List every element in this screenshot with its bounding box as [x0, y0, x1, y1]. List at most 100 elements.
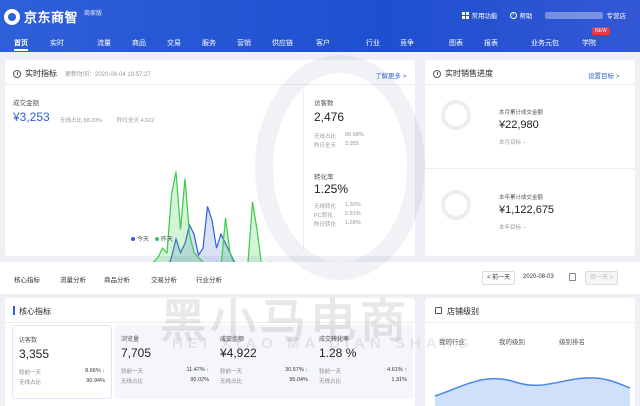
month-gmv-value: ¥22,980 — [499, 119, 539, 131]
kpi-name: 访客数 — [19, 338, 38, 344]
nav-tab-service[interactable]: 服务 — [202, 38, 216, 48]
kpi-cmp-number: 11.47% — [186, 367, 205, 373]
kpi-cmp-label: 较前一天 — [19, 370, 42, 376]
kpi-cmp-number: 8.66% — [85, 368, 101, 374]
shop-name-redacted — [544, 11, 603, 19]
card-divider — [425, 322, 635, 323]
my-level-label: 我的级别 — [499, 339, 525, 346]
subnav-industry[interactable]: 行业分析 — [196, 274, 222, 284]
arrow-down-icon: ↓ — [305, 367, 308, 373]
calendar-icon[interactable] — [569, 273, 576, 281]
clock-icon — [13, 69, 21, 78]
kpi-cmp-label: 较前一天 — [319, 369, 342, 375]
core-metrics-title: 核心指标 — [19, 307, 51, 316]
year-gmv-value: ¥1,122,675 — [499, 204, 555, 216]
kpi-cmp-value: 8.66% ↓ — [85, 368, 105, 374]
card-divider — [425, 84, 635, 85]
kpi-share-value: 90.02% — [190, 377, 209, 383]
level-rank-label: 级别排名 — [559, 339, 585, 346]
kpi-share-label: 无线占比 — [220, 379, 243, 385]
realtime-title-text: 实时指标 — [25, 69, 57, 78]
gmv-share: 无线占比 88.20% — [60, 118, 103, 124]
nav-tab-home[interactable]: 首页 — [14, 38, 28, 51]
kpi-share-label: 无线占比 — [319, 379, 342, 385]
nav-tab-marketing[interactable]: 营销 — [237, 38, 251, 48]
next-day-button[interactable]: 后一天 > — [585, 271, 619, 285]
nav-tab-business-pack[interactable]: 业务元包 — [531, 38, 559, 48]
nav-tab-trade[interactable]: 交易 — [167, 38, 181, 48]
gmv-yesterday: 昨日全天 4,922 — [117, 118, 155, 124]
help-button[interactable]: ? 帮助 — [509, 10, 533, 20]
year-target: 本年目标 -- — [499, 225, 527, 231]
watermark-logo — [255, 55, 425, 280]
wave-area — [435, 377, 630, 406]
arrow-up-icon: ↑ — [404, 367, 407, 373]
kpi-share-label: 无线占比 — [121, 379, 144, 385]
nav-tab-supply-chain[interactable]: 供应链 — [272, 38, 293, 48]
kpi-share-value: 95.04% — [289, 377, 308, 383]
kpi-share-label: 无线占比 — [19, 380, 42, 386]
store-icon — [435, 307, 442, 314]
month-target: 本月目标 -- — [499, 140, 527, 146]
prev-day-button[interactable]: < 前一天 — [482, 271, 516, 285]
kpi-cmp-value: 11.47% ↓ — [186, 367, 209, 373]
top-header: 京东商智 商家版 常用功能 ? 帮助 专营店 首页 实时 流量 商品 交易 服务… — [0, 0, 640, 52]
kpi-share-value: 90.94% — [86, 378, 105, 384]
header-actions: 常用功能 ? 帮助 专营店 — [450, 10, 627, 20]
nav-tab-reports[interactable]: 报表 — [484, 38, 498, 48]
arrow-down-icon: ↓ — [206, 367, 209, 373]
subnav-traffic[interactable]: 流量分析 — [60, 274, 86, 284]
subnav-products[interactable]: 商品分析 — [104, 274, 130, 284]
nav-tab-competition[interactable]: 竞争 — [400, 38, 414, 48]
legend-yesterday: 昨天 — [161, 237, 174, 243]
shop-level-title: 店铺级别 — [447, 307, 479, 316]
gmv-value: ¥3,253 — [13, 110, 50, 124]
series-area-yesterday — [23, 171, 293, 276]
nav-tab-products[interactable]: 商品 — [132, 38, 146, 48]
grid-icon — [461, 11, 469, 19]
kpi-share-value: 1.31% — [391, 377, 407, 383]
kpi-name: 浏览量 — [121, 337, 140, 343]
subnav-trade[interactable]: 交易分析 — [151, 274, 177, 284]
year-gmv-label: 本年累计成交金额 — [499, 195, 544, 201]
kpi-card-visitors[interactable]: 访客数 3,355 较前一天 8.66% ↓ 无线占比 90.94% — [12, 325, 112, 399]
logo-text: 京东商智 — [24, 10, 79, 25]
shop-suffix: 专营店 — [606, 13, 627, 20]
nav-tab-realtime[interactable]: 实时 — [50, 38, 64, 48]
legend-today: 今天 — [137, 237, 150, 243]
kpi-value: 3,355 — [19, 347, 50, 361]
new-badge: NEW — [592, 27, 610, 35]
common-functions-button[interactable]: 常用功能 — [461, 10, 498, 20]
realtime-title: 实时指标 更新时间：2020-08-04 19:57:27 — [13, 68, 151, 79]
month-progress-ring — [441, 100, 471, 130]
nav-tab-industry[interactable]: 行业 — [366, 38, 380, 48]
nav-tab-academy[interactable]: 学院 — [582, 38, 596, 48]
nav-tab-charts[interactable]: 图表 — [449, 38, 463, 48]
clock-icon — [433, 69, 441, 78]
gmv-label: 成交金额 — [13, 100, 39, 107]
watermark-subtext: HEI XIAO MA DIAN SHANG — [172, 335, 474, 352]
nav-tab-customers[interactable]: 客户 — [316, 38, 330, 48]
kpi-value: 7,705 — [121, 346, 152, 360]
kpi-cmp-label: 较前一天 — [121, 369, 144, 375]
subnav-core[interactable]: 核心指标 — [14, 274, 40, 284]
kpi-cmp-value: 4.61% ↑ — [387, 367, 407, 373]
sales-progress-card: 实时销售进度 设置目标 > 本月累计成交金额 ¥22,980 本月目标 -- 本… — [425, 60, 635, 256]
chart-legend: 今天 昨天 — [125, 234, 173, 243]
legend-yesterday-dot — [155, 236, 160, 241]
month-gmv-label: 本月累计成交金额 — [499, 110, 544, 116]
version-label: 商家版 — [84, 11, 103, 17]
help-label: 帮助 — [519, 13, 533, 20]
jd-dog-icon — [4, 8, 20, 25]
arrow-down-icon: ↓ — [102, 368, 105, 374]
nav-tab-traffic[interactable]: 流量 — [97, 38, 111, 48]
set-target-link[interactable]: 设置目标 > — [588, 70, 620, 80]
title-accent-bar — [13, 306, 15, 315]
year-progress-ring — [441, 190, 471, 220]
jd-logo[interactable]: 京东商智 商家版 — [4, 7, 102, 26]
shop-level-wave — [434, 377, 631, 406]
kpi-cmp-label: 较前一天 — [220, 369, 243, 375]
shop-account-menu[interactable]: 专营店 — [544, 10, 627, 20]
common-functions-label: 常用功能 — [471, 13, 498, 20]
kpi-cmp-number: 4.61% — [387, 367, 403, 373]
